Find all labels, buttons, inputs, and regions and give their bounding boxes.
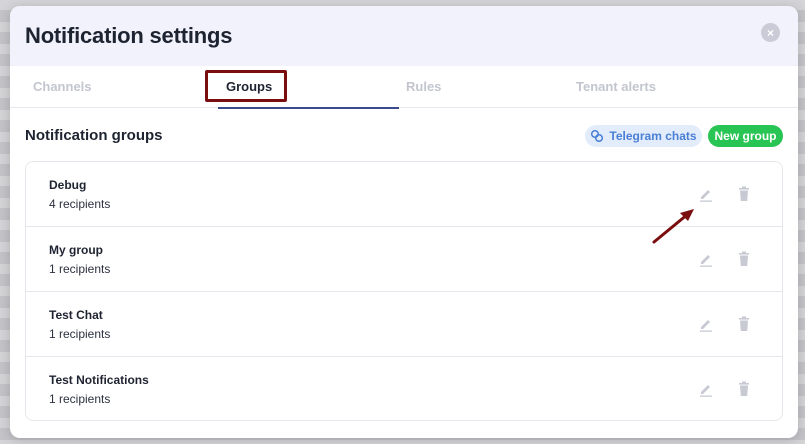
- trash-icon[interactable]: [737, 316, 751, 332]
- group-list: Debug 4 recipients My group 1 recipients: [25, 161, 783, 421]
- pencil-icon[interactable]: [699, 186, 713, 202]
- section-title: Notification groups: [25, 127, 163, 144]
- pencil-icon[interactable]: [699, 316, 713, 332]
- trash-icon[interactable]: [737, 251, 751, 267]
- close-icon[interactable]: ×: [761, 23, 780, 42]
- trash-icon[interactable]: [737, 186, 751, 202]
- group-recipients: 4 recipients: [49, 197, 111, 211]
- section-header: Notification groups Telegram chats New g…: [10, 108, 798, 160]
- group-recipients: 1 recipients: [49, 392, 111, 406]
- modal-header: Notification settings ×: [10, 6, 798, 66]
- tab-tenant-alerts[interactable]: Tenant alerts: [576, 79, 656, 94]
- pencil-icon[interactable]: [699, 251, 713, 267]
- tab-rules[interactable]: Rules: [406, 79, 441, 94]
- telegram-chats-button[interactable]: Telegram chats: [585, 125, 702, 147]
- tab-channels[interactable]: Channels: [33, 79, 92, 94]
- annotation-arrow: [652, 209, 694, 244]
- group-name: Test Chat: [49, 308, 103, 322]
- group-name: Debug: [49, 178, 87, 192]
- group-recipients: 1 recipients: [49, 327, 111, 341]
- link-icon: [591, 129, 604, 143]
- tab-highlight-box: [205, 70, 287, 102]
- new-group-button[interactable]: New group: [708, 125, 783, 147]
- telegram-chats-label: Telegram chats: [609, 129, 697, 143]
- trash-icon[interactable]: [737, 381, 751, 397]
- list-item[interactable]: Test Notifications 1 recipients: [26, 357, 782, 420]
- tab-bar: Channels Groups Rules Tenant alerts: [10, 66, 798, 109]
- list-item[interactable]: Test Chat 1 recipients: [26, 292, 782, 357]
- pencil-icon[interactable]: [699, 381, 713, 397]
- group-recipients: 1 recipients: [49, 262, 111, 276]
- modal-title: Notification settings: [25, 23, 233, 48]
- group-name: Test Notifications: [49, 373, 149, 387]
- group-name: My group: [49, 243, 103, 257]
